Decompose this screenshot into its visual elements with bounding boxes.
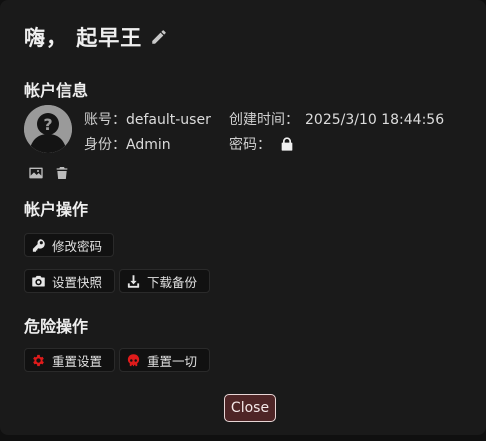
set-snapshot-label: 设置快照 [52, 274, 103, 290]
svg-text:?: ? [43, 115, 52, 134]
account-info-heading: 帐户信息 [24, 81, 89, 100]
lock-icon[interactable] [279, 136, 295, 152]
reset-all-button[interactable]: 重置一切 [119, 348, 210, 372]
dialog-title: 嗨， 起早王 [24, 26, 143, 50]
download-backup-button[interactable]: 下载备份 [119, 269, 210, 293]
role-row: 身份：Admin [84, 134, 171, 154]
reset-settings-button[interactable]: 重置设置 [24, 348, 115, 372]
reset-settings-label: 重置设置 [52, 353, 103, 369]
account-value: default-user [126, 112, 211, 128]
download-icon [127, 274, 140, 288]
created-value: 2025/3/10 18:44:56 [305, 112, 445, 128]
account-ops-heading: 帐户操作 [24, 200, 89, 219]
password-row: 密码： [229, 134, 295, 154]
account-label: 账号： [84, 112, 126, 128]
download-backup-label: 下载备份 [147, 274, 198, 290]
pencil-icon[interactable] [150, 28, 168, 46]
camera-icon [32, 275, 45, 286]
close-button[interactable]: Close [224, 394, 276, 422]
change-password-button[interactable]: 修改密码 [24, 233, 114, 257]
account-row: 账号：default-user [84, 109, 211, 129]
set-snapshot-button[interactable]: 设置快照 [24, 269, 115, 293]
account-dialog: 嗨， 起早王 帐户信息 ? 账号：default-user 创建时间： 2025/… [0, 0, 486, 435]
password-label: 密码： [229, 137, 271, 153]
trash-icon[interactable] [54, 165, 70, 181]
skull-icon [127, 353, 140, 366]
created-label: 创建时间： [229, 112, 299, 128]
dialog-header: 嗨， 起早王 [24, 22, 168, 52]
role-label: 身份： [84, 137, 126, 153]
role-value: Admin [126, 137, 171, 153]
key-icon [32, 238, 45, 252]
danger-ops-heading: 危险操作 [24, 317, 89, 336]
gear-icon [33, 354, 44, 366]
avatar: ? [24, 105, 72, 153]
image-icon[interactable] [28, 165, 44, 181]
created-row: 创建时间： 2025/3/10 18:44:56 [229, 109, 444, 129]
reset-all-label: 重置一切 [147, 353, 198, 369]
change-password-label: 修改密码 [52, 238, 103, 254]
